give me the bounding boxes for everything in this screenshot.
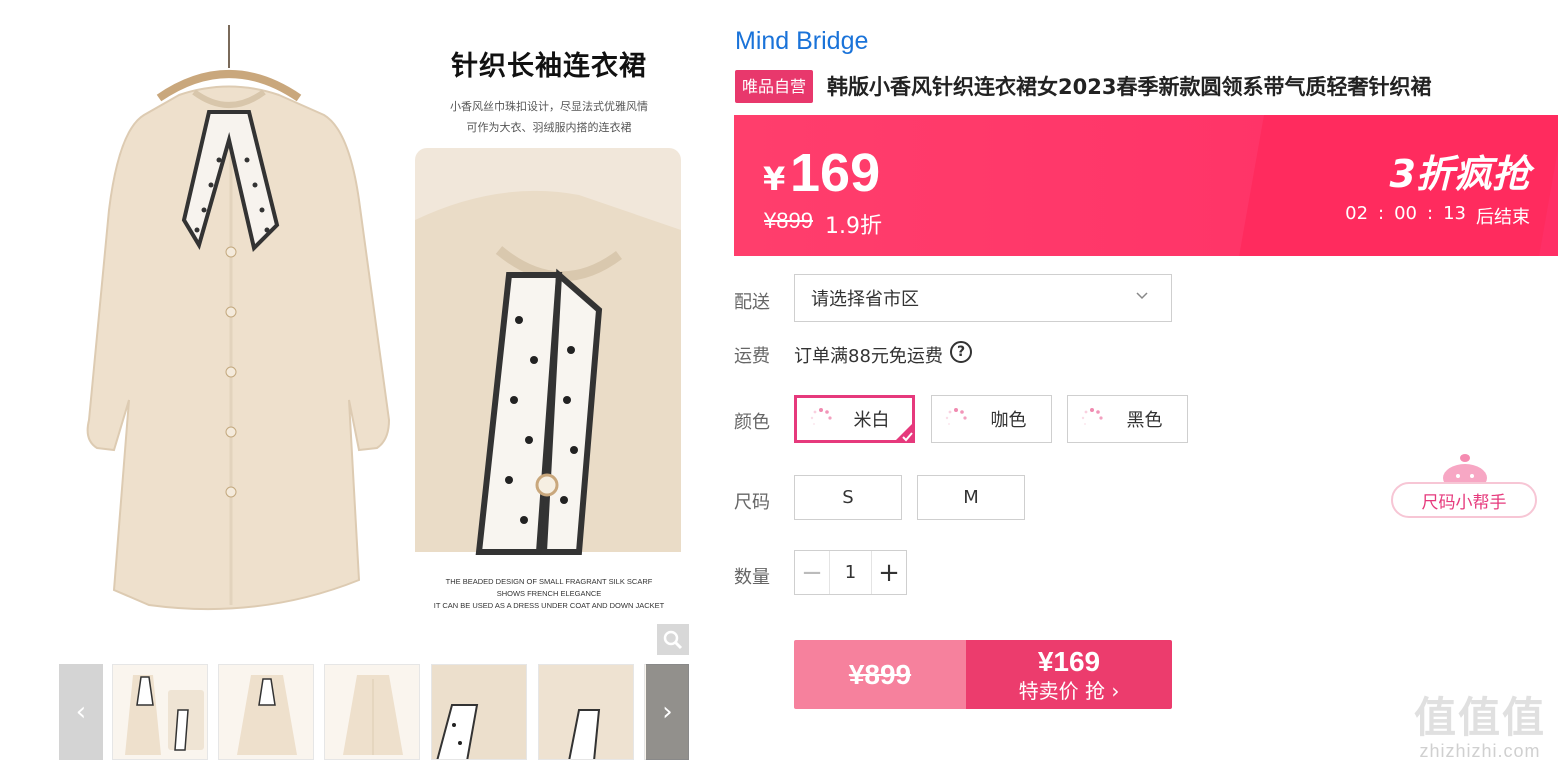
color-label: 颜色	[734, 412, 770, 433]
main-product-image[interactable]: 针织长袖连衣裙 小香风丝巾珠扣设计，尽显法式优雅风情 可作为大衣、羽绒服内搭的连…	[59, 20, 689, 655]
discount-rate: 1.9折	[825, 214, 882, 239]
promo-description: 小香风丝巾珠扣设计，尽显法式优雅风情 可作为大衣、羽绒服内搭的连衣裙	[419, 96, 679, 138]
color-option-brown[interactable]: 咖色	[931, 395, 1052, 443]
currency-symbol: ¥	[763, 160, 786, 198]
size-helper-widget[interactable]: 尺码小帮手	[1391, 450, 1537, 520]
thumbnail[interactable]	[431, 664, 527, 760]
thumbnail-image	[237, 675, 297, 755]
delivery-label: 配送	[734, 292, 770, 313]
buy-sale-price: ¥169	[1037, 645, 1101, 677]
chevron-right-icon: ›	[662, 697, 673, 727]
countdown-separator: :	[1427, 203, 1434, 224]
quantity-plus-button[interactable]: +	[872, 551, 906, 594]
thumbnail[interactable]	[324, 664, 420, 760]
buy-label: 特卖价 抢 ›	[1018, 678, 1120, 703]
shipping-info: 订单满88元免运费	[794, 346, 943, 367]
region-select[interactable]: 请选择省市区	[794, 274, 1172, 322]
countdown-separator: :	[1378, 203, 1385, 224]
quantity-value[interactable]: 1	[829, 551, 872, 594]
product-gallery: 针织长袖连衣裙 小香风丝巾珠扣设计，尽显法式优雅风情 可作为大衣、羽绒服内搭的连…	[59, 20, 689, 760]
product-title: 韩版小香风针织连衣裙女2023春季新款圆领系带气质轻奢针织裙	[827, 75, 1432, 99]
thumbnail-image	[432, 665, 526, 759]
thumbnail[interactable]	[112, 664, 208, 760]
thumbnail-strip: ‹ ›	[59, 664, 689, 760]
promo-en-line: THE BEADED DESIGN OF SMALL FRAGRANT SILK…	[445, 577, 653, 586]
promo-en-line: SHOWS FRENCH ELEGANCE	[496, 589, 602, 598]
thumb-next-button[interactable]: ›	[646, 664, 689, 760]
size-label: 尺码	[734, 492, 770, 513]
thumbnail-image	[343, 675, 403, 755]
checkmark-icon	[893, 421, 915, 443]
brand-name[interactable]: Mind Bridge	[735, 27, 868, 56]
buy-now-panel[interactable]: ¥169 特卖价 抢 ›	[966, 640, 1172, 709]
title-row: 唯品自营 韩版小香风针织连衣裙女2023春季新款圆领系带气质轻奢针织裙	[735, 69, 1431, 103]
magnifier-icon	[663, 630, 683, 650]
thumbnail[interactable]	[538, 664, 634, 760]
shipping-label: 运费	[734, 346, 770, 367]
region-placeholder: 请选择省市区	[811, 289, 919, 310]
current-price: 169	[790, 143, 881, 203]
color-option-label: 咖色	[990, 410, 1027, 431]
site-watermark: 值值值 zhizhizhi.com	[1405, 695, 1555, 762]
original-price: ¥899	[764, 208, 813, 233]
thumbnail[interactable]	[218, 664, 314, 760]
countdown-seconds: 13	[1443, 203, 1466, 224]
promo-desc-line: 小香风丝巾珠扣设计，尽显法式优雅风情	[450, 100, 648, 113]
quantity-stepper: − 1 +	[794, 550, 907, 595]
countdown-minutes: 00	[1394, 203, 1418, 224]
size-option-m[interactable]: M	[917, 475, 1025, 520]
buy-button[interactable]: ¥899 ¥169 特卖价 抢 ›	[794, 640, 1172, 709]
product-page: 针织长袖连衣裙 小香风丝巾珠扣设计，尽显法式优雅风情 可作为大衣、羽绒服内搭的连…	[0, 0, 1558, 778]
thumbnail-image	[125, 675, 204, 755]
color-option-black[interactable]: 黑色	[1067, 395, 1188, 443]
quantity-label: 数量	[734, 567, 770, 588]
size-option-s[interactable]: S	[794, 475, 902, 520]
chevron-down-icon	[1136, 292, 1148, 300]
countdown-suffix: 后结束	[1476, 207, 1530, 228]
quantity-minus-button[interactable]: −	[795, 551, 829, 594]
watermark-url: zhizhizhi.com	[1419, 741, 1541, 761]
thumb-prev-button[interactable]: ‹	[59, 664, 103, 760]
buy-original-price: ¥899	[794, 640, 966, 709]
price-banner: ¥ 169 ¥899 1.9折 3折疯抢 02 : 00 : 13 后结束	[734, 115, 1558, 256]
color-option-offwhite[interactable]: 米白	[794, 395, 915, 443]
question-mark-icon[interactable]: ?	[950, 341, 972, 363]
flash-sale-label: 3折疯抢	[1389, 152, 1530, 196]
size-helper-label: 尺码小帮手	[1391, 482, 1537, 518]
self-operated-badge: 唯品自营	[735, 69, 814, 103]
zoom-button[interactable]	[657, 624, 689, 655]
watermark-logo: 值值值	[1413, 693, 1546, 742]
color-option-label: 黑色	[1126, 410, 1163, 431]
promo-title: 针织长袖连衣裙	[451, 51, 647, 82]
thumbnail-image	[539, 665, 633, 759]
chevron-left-icon: ‹	[75, 697, 87, 727]
promo-en-line: IT CAN BE USED AS A DRESS UNDER COAT AND…	[433, 601, 665, 610]
promo-desc-line: 可作为大衣、羽绒服内搭的连衣裙	[466, 121, 632, 134]
countdown-timer: 02 : 00 : 13 后结束	[1345, 203, 1530, 229]
promo-english-caption: THE BEADED DESIGN OF SMALL FRAGRANT SILK…	[404, 576, 689, 612]
countdown-hours: 02	[1345, 203, 1369, 224]
